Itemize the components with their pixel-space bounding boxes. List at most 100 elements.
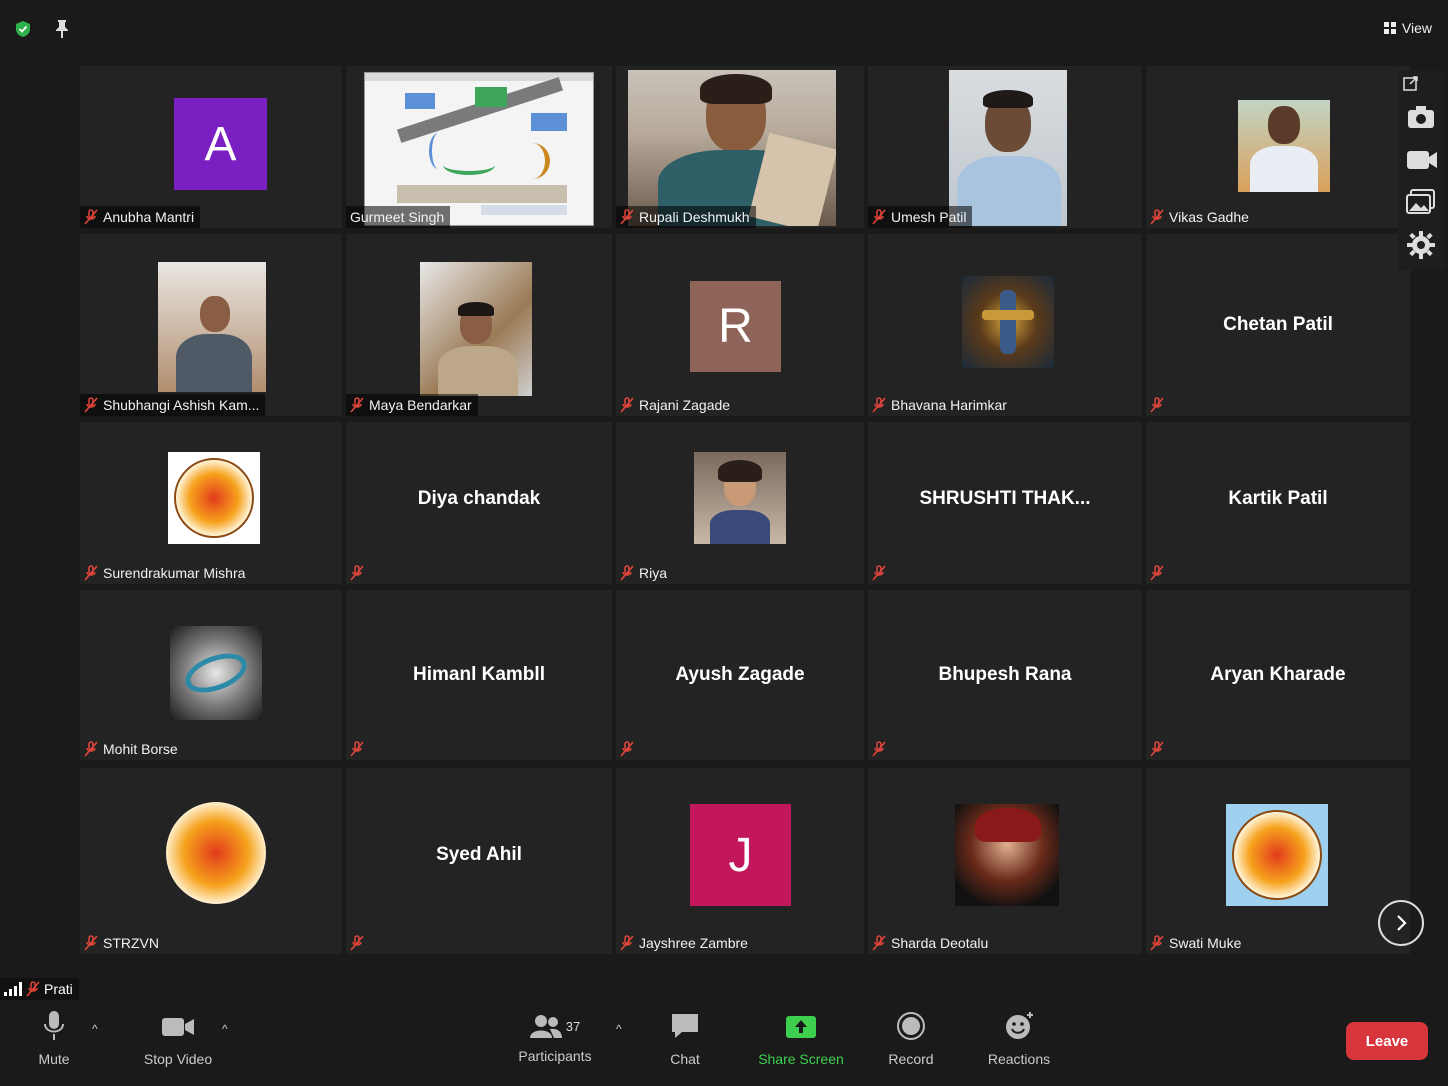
mute-options-caret[interactable]: ^ — [92, 1022, 98, 1036]
participant-label: Rupali Deshmukh — [616, 206, 756, 228]
self-name: Prati — [44, 981, 73, 997]
participant-photo — [1238, 100, 1330, 192]
participant-tile[interactable]: Swati Muke — [1146, 768, 1410, 954]
participants-options-caret[interactable]: ^ — [616, 1022, 622, 1036]
record-label: Record — [888, 1051, 934, 1067]
leave-button[interactable]: Leave — [1346, 1022, 1428, 1060]
participant-name-center: Kartik Patil — [1228, 488, 1328, 509]
avatar: R — [690, 281, 781, 372]
participant-name: Gurmeet Singh — [350, 209, 445, 225]
participant-photo — [168, 452, 260, 544]
share-screen-icon — [786, 1016, 816, 1038]
side-toolbar — [1398, 70, 1444, 270]
camera-snapshot-icon[interactable] — [1406, 104, 1436, 130]
mic-muted-icon — [84, 397, 98, 413]
mic-muted-icon — [620, 397, 634, 413]
view-label: View — [1401, 20, 1432, 36]
mic-muted-icon — [350, 397, 364, 413]
stop-video-label: Stop Video — [143, 1051, 213, 1067]
participant-photo — [694, 452, 786, 544]
participant-name: Rajani Zagade — [639, 397, 731, 413]
video-options-caret[interactable]: ^ — [222, 1022, 228, 1036]
participant-tile[interactable]: Bhavana Harimkar — [868, 234, 1142, 416]
expand-icon[interactable] — [1402, 74, 1420, 92]
participant-tile[interactable]: Aryan Kharade — [1146, 590, 1410, 760]
signal-strength-icon — [4, 982, 22, 996]
mic-muted-icon — [872, 741, 886, 757]
participant-name: Jayshree Zambre — [639, 935, 748, 951]
shield-icon[interactable] — [14, 20, 32, 38]
participant-label — [1146, 738, 1170, 760]
participant-photo — [1226, 804, 1328, 906]
participant-tile[interactable]: Kartik Patil — [1146, 422, 1410, 584]
participant-tile[interactable]: Surendrakumar Mishra — [80, 422, 342, 584]
mic-muted-icon — [620, 741, 634, 757]
participant-tile[interactable]: Riya — [616, 422, 864, 584]
participant-tile[interactable]: Gurmeet Singh — [346, 66, 612, 228]
participant-name-center: Syed Ahil — [436, 844, 522, 865]
participant-tile[interactable]: Diya chandak — [346, 422, 612, 584]
microphone-icon — [44, 1011, 64, 1040]
participant-tile[interactable]: Chetan Patil — [1146, 234, 1410, 416]
share-screen-label: Share Screen — [758, 1051, 844, 1067]
view-button[interactable]: View — [1383, 20, 1432, 36]
participant-label — [346, 562, 370, 584]
mic-muted-icon — [84, 565, 98, 581]
participant-name-center: Himanl Kambll — [413, 664, 545, 685]
gear-icon[interactable] — [1406, 230, 1436, 260]
participant-tile[interactable]: SHRUSHTI THAK... — [868, 422, 1142, 584]
participant-name: Umesh Patil — [891, 209, 967, 225]
participant-tile[interactable]: Rupali Deshmukh — [616, 66, 864, 228]
participant-name: Shubhangi Ashish Kam... — [103, 397, 260, 413]
gallery-icon[interactable] — [1406, 188, 1436, 216]
participant-label: Surendrakumar Mishra — [80, 562, 251, 584]
participant-name-center: Chetan Patil — [1223, 314, 1333, 335]
participant-tile[interactable]: Shubhangi Ashish Kam... — [80, 234, 342, 416]
participant-tile[interactable]: Mohit Borse — [80, 590, 342, 760]
chat-button[interactable]: Chat — [660, 1010, 710, 1067]
pin-icon[interactable] — [54, 19, 70, 39]
mic-muted-icon — [620, 935, 634, 951]
next-page-button[interactable] — [1378, 900, 1424, 946]
mute-button[interactable]: Mute — [26, 1010, 82, 1067]
participant-photo — [962, 276, 1054, 368]
participant-label — [1146, 562, 1170, 584]
video-camera-icon[interactable] — [1406, 148, 1438, 172]
participant-tile[interactable]: Ayush Zagade — [616, 590, 864, 760]
meeting-toolbar: Mute ^ Stop Video ^ 37 Participants ^ Ch… — [0, 1000, 1448, 1086]
chat-label: Chat — [670, 1051, 700, 1067]
record-button[interactable]: Record — [884, 1010, 938, 1067]
participant-tile[interactable]: R Rajani Zagade — [616, 234, 864, 416]
mic-muted-icon — [872, 935, 886, 951]
participant-label: Riya — [616, 562, 673, 584]
participant-label: Anubha Mantri — [80, 206, 201, 228]
avatar: A — [174, 98, 267, 190]
participants-button[interactable]: 37 Participants — [512, 1010, 598, 1064]
participant-tile[interactable]: Himanl Kambll — [346, 590, 612, 760]
participant-tile[interactable]: Umesh Patil — [868, 66, 1142, 228]
participant-tile[interactable]: Maya Bendarkar — [346, 234, 612, 416]
participant-tile[interactable]: Syed Ahil — [346, 768, 612, 954]
participant-tile[interactable]: Bhupesh Rana — [868, 590, 1142, 760]
participant-tile[interactable]: A Anubha Mantri — [80, 66, 342, 228]
participant-name: Surendrakumar Mishra — [103, 565, 246, 581]
mic-muted-icon — [620, 209, 634, 225]
mic-muted-icon — [1150, 741, 1164, 757]
participant-label: Bhavana Harimkar — [868, 394, 1013, 416]
participant-name: Sharda Deotalu — [891, 935, 989, 951]
participant-label: Gurmeet Singh — [346, 206, 451, 228]
participant-name-center: Ayush Zagade — [675, 664, 805, 685]
participant-tile[interactable]: Sharda Deotalu — [868, 768, 1142, 954]
participant-tile[interactable]: J Jayshree Zambre — [616, 768, 864, 954]
participant-label — [1146, 394, 1170, 416]
reactions-button[interactable]: Reactions — [984, 1010, 1054, 1067]
share-screen-button[interactable]: Share Screen — [752, 1010, 850, 1067]
participant-name: Rupali Deshmukh — [639, 209, 750, 225]
participant-tile[interactable]: STRZVN — [80, 768, 342, 954]
emoji-reaction-icon — [1006, 1012, 1033, 1039]
stop-video-button[interactable]: Stop Video — [136, 1010, 220, 1067]
mic-muted-icon — [1150, 209, 1164, 225]
participant-tile[interactable]: Vikas Gadhe — [1146, 66, 1410, 228]
participants-icon — [529, 1015, 562, 1038]
top-bar: View — [0, 0, 1448, 60]
